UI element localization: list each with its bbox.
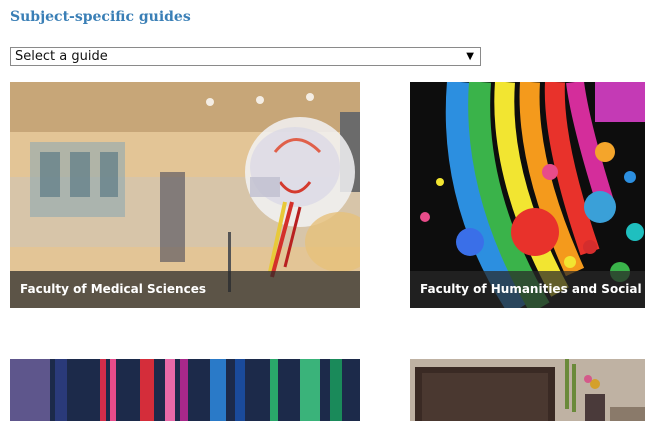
section-heading: Subject-specific guides (10, 9, 191, 25)
guide-card-humanities-social-sciences[interactable]: Faculty of Humanities and Social Science… (410, 82, 645, 308)
guide-select[interactable]: Select a guide ▼ (10, 47, 481, 66)
guide-card-3[interactable] (10, 359, 360, 421)
guide-select-value: Select a guide (15, 49, 108, 64)
guide-card-4[interactable] (410, 359, 645, 421)
card-label: Faculty of Medical Sciences (10, 271, 360, 308)
dropdown-arrow-icon: ▼ (466, 51, 474, 62)
card-3-image (10, 359, 360, 421)
guide-card-medical-sciences[interactable]: Faculty of Medical Sciences (10, 82, 360, 308)
card-4-image (410, 359, 645, 421)
card-label: Faculty of Humanities and Social Science… (410, 271, 645, 308)
